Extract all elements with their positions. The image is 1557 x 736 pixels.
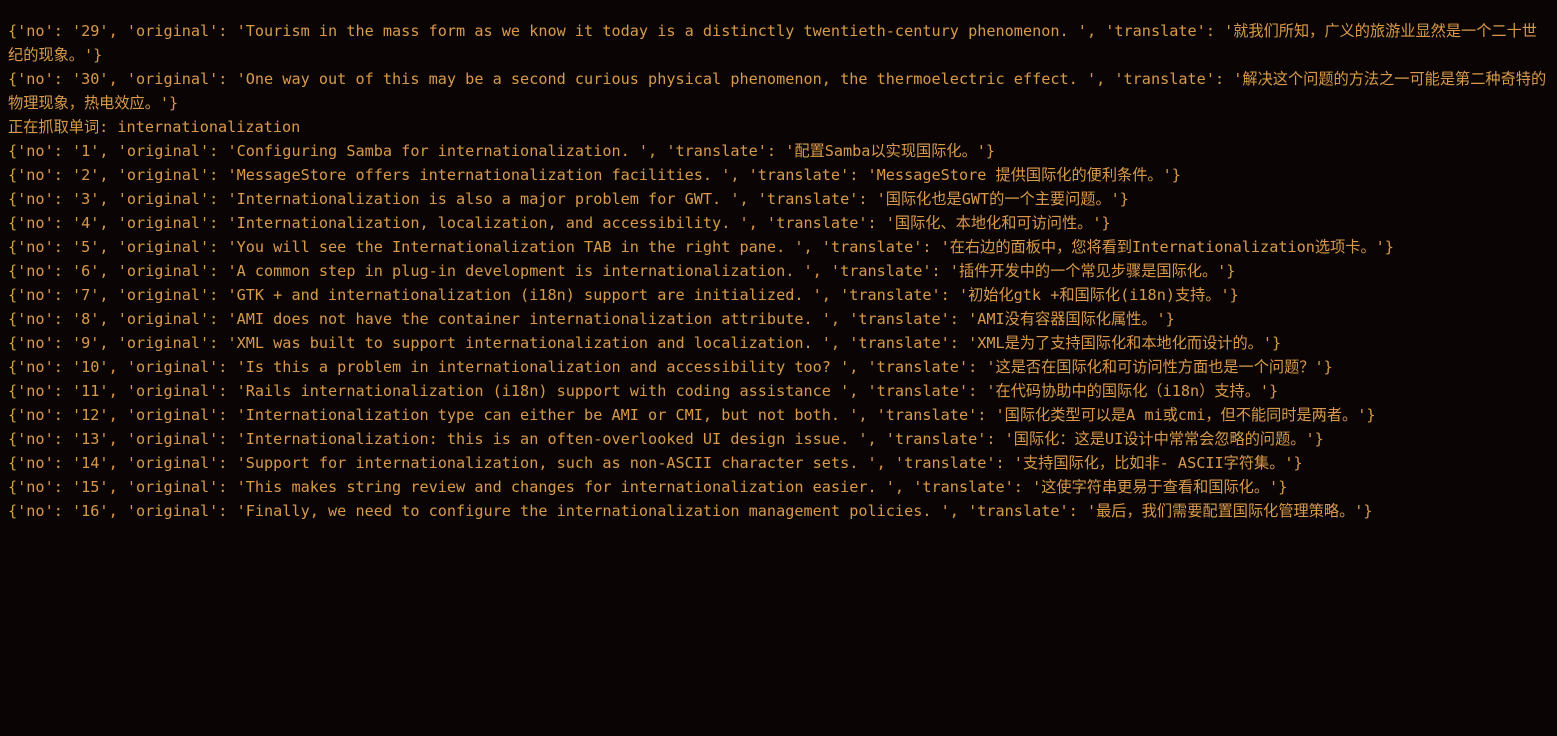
log-entry: {'no': '3', 'original': 'Internationaliz… xyxy=(8,187,1549,211)
log-entry: {'no': '13', 'original': 'Internationali… xyxy=(8,427,1549,451)
terminal-output: {'no': '29', 'original': 'Tourism in the… xyxy=(0,15,1557,523)
status-line: 正在抓取单词: internationalization xyxy=(8,115,1549,139)
log-entry: {'no': '12', 'original': 'Internationali… xyxy=(8,403,1549,427)
log-entry: {'no': '4', 'original': 'Internationaliz… xyxy=(8,211,1549,235)
log-entry: {'no': '6', 'original': 'A common step i… xyxy=(8,259,1549,283)
log-entry: {'no': '11', 'original': 'Rails internat… xyxy=(8,379,1549,403)
log-entry: {'no': '1', 'original': 'Configuring Sam… xyxy=(8,139,1549,163)
log-entry: {'no': '9', 'original': 'XML was built t… xyxy=(8,331,1549,355)
log-entry: {'no': '5', 'original': 'You will see th… xyxy=(8,235,1549,259)
log-entry: {'no': '7', 'original': 'GTK + and inter… xyxy=(8,283,1549,307)
log-entry: {'no': '30', 'original': 'One way out of… xyxy=(8,67,1549,115)
log-entry: {'no': '29', 'original': 'Tourism in the… xyxy=(8,19,1549,67)
log-entry: {'no': '2', 'original': 'MessageStore of… xyxy=(8,163,1549,187)
log-entry: {'no': '15', 'original': 'This makes str… xyxy=(8,475,1549,499)
log-entry: {'no': '16', 'original': 'Finally, we ne… xyxy=(8,499,1549,523)
log-entry: {'no': '10', 'original': 'Is this a prob… xyxy=(8,355,1549,379)
log-entry: {'no': '8', 'original': 'AMI does not ha… xyxy=(8,307,1549,331)
log-entry: {'no': '14', 'original': 'Support for in… xyxy=(8,451,1549,475)
